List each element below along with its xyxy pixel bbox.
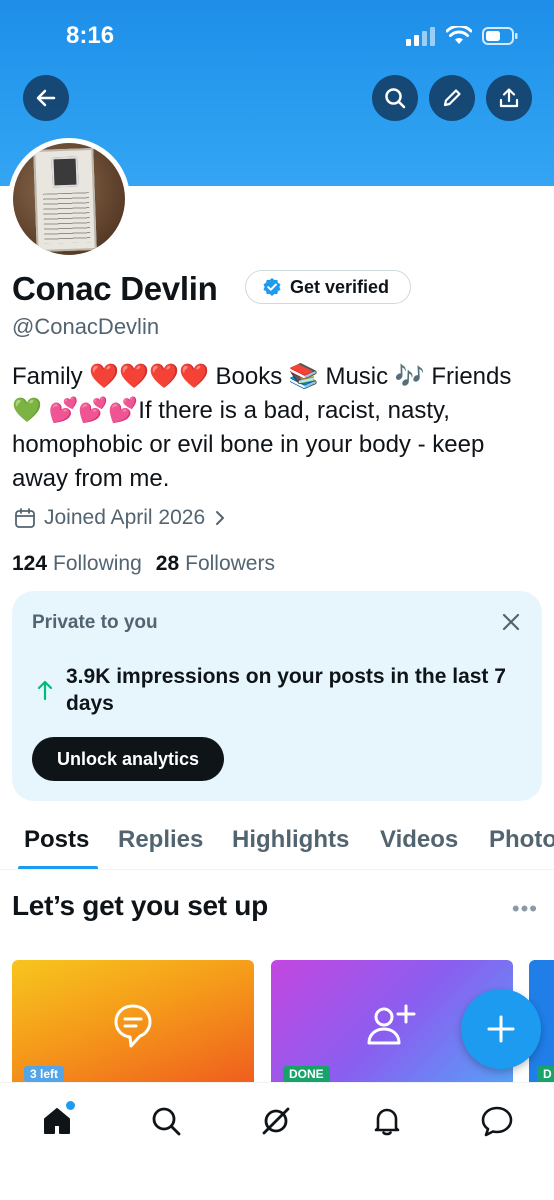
nav-notifications[interactable] — [367, 1101, 407, 1141]
status-icons — [406, 26, 518, 46]
status-time: 8:16 — [66, 22, 115, 49]
back-button[interactable] — [23, 75, 69, 121]
more-options-button[interactable]: ••• — [512, 896, 538, 922]
profile-tabs: Posts Replies Highlights Videos Photos — [0, 818, 554, 870]
avatar[interactable] — [8, 138, 130, 260]
close-button[interactable] — [498, 609, 524, 635]
verified-badge-icon — [263, 278, 281, 296]
follow-stats: 124 Following 28 Followers — [12, 552, 275, 576]
following-label: Following — [53, 552, 142, 575]
joined-date[interactable]: Joined April 2026 — [14, 506, 227, 530]
status-bar: 8:16 — [0, 0, 554, 70]
analytics-card-title: Private to you — [32, 612, 158, 633]
avatar-plaque — [33, 147, 97, 253]
arrow-up-icon — [37, 680, 53, 701]
notification-dot — [66, 1101, 75, 1110]
get-verified-label: Get verified — [290, 276, 390, 297]
tab-photos[interactable]: Photos — [489, 826, 554, 854]
bottom-navigation — [0, 1082, 554, 1200]
chat-bubble-icon — [114, 1004, 152, 1048]
setup-badge-remaining: 3 left — [24, 1066, 65, 1082]
close-icon — [502, 613, 520, 631]
tab-posts[interactable]: Posts — [24, 826, 89, 854]
impressions-text: 3.9K impressions on your posts in the la… — [66, 665, 506, 715]
get-verified-button[interactable]: Get verified — [245, 270, 411, 304]
joined-label: Joined April 2026 — [44, 506, 206, 529]
unlock-analytics-button[interactable]: Unlock analytics — [32, 737, 224, 781]
back-arrow-icon — [36, 89, 56, 107]
followers-count: 28 — [155, 552, 180, 575]
nav-search[interactable] — [146, 1101, 186, 1141]
nav-home[interactable] — [37, 1101, 77, 1141]
setup-card-post[interactable]: 3 left — [12, 960, 254, 1090]
calendar-icon — [15, 508, 35, 528]
profile-bio: Family ❤️❤️❤️❤️ Books 📚 Music 🎶 Friends … — [12, 363, 512, 492]
add-person-icon — [367, 1004, 416, 1045]
search-icon — [152, 1107, 181, 1136]
active-tab-indicator — [18, 866, 98, 869]
share-button[interactable] — [486, 75, 532, 121]
pencil-icon — [443, 89, 461, 107]
analytics-card: Private to you 3.9K impressions on your … — [12, 591, 542, 801]
grok-icon — [262, 1107, 290, 1135]
setup-badge-done: DONE — [283, 1066, 330, 1082]
following-count: 124 — [12, 552, 48, 575]
profile-name: Conac Devlin — [12, 270, 218, 307]
setup-title: Let’s get you set up — [12, 890, 268, 921]
following-link[interactable]: 124 Following — [12, 552, 142, 576]
notifications-icon — [374, 1108, 400, 1136]
plus-icon — [487, 1015, 515, 1043]
battery-icon — [482, 27, 518, 45]
setup-badge-partial: D — [537, 1066, 554, 1082]
avatar-image — [13, 143, 125, 255]
chevron-right-icon — [216, 511, 225, 525]
tab-videos[interactable]: Videos — [380, 826, 458, 854]
share-icon — [499, 88, 519, 108]
nav-messages[interactable] — [477, 1101, 517, 1141]
search-button[interactable] — [372, 75, 418, 121]
signal-icon — [406, 27, 435, 46]
tab-replies[interactable]: Replies — [118, 826, 203, 854]
followers-label: Followers — [185, 552, 275, 575]
profile-handle: @ConacDevlin — [12, 314, 160, 339]
edit-button[interactable] — [429, 75, 475, 121]
wifi-icon — [446, 26, 472, 44]
followers-link[interactable]: 28 Followers — [156, 552, 275, 576]
compose-fab[interactable] — [461, 989, 541, 1069]
messages-icon — [481, 1106, 513, 1137]
tab-highlights[interactable]: Highlights — [232, 826, 349, 854]
nav-grok[interactable] — [256, 1101, 296, 1141]
search-icon — [385, 88, 406, 109]
